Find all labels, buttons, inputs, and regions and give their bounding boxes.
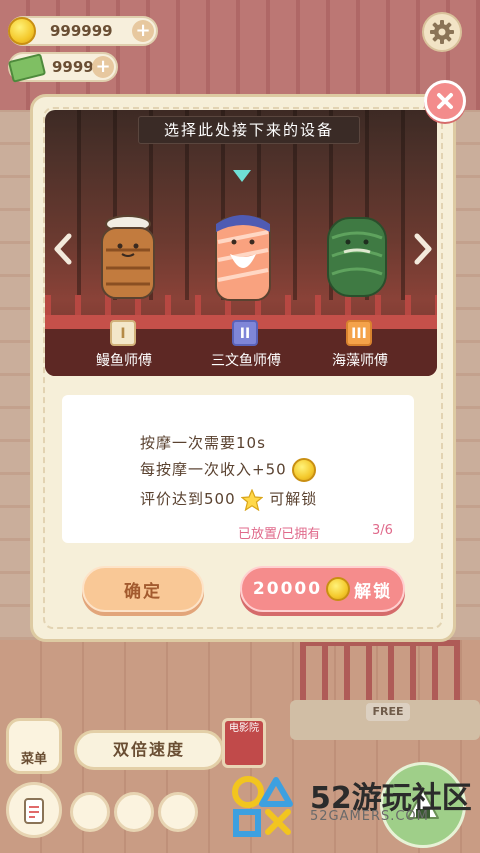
settings-button[interactable] (422, 12, 462, 52)
tier-badge-2: II (232, 320, 258, 346)
menu-label: 菜单 (20, 752, 47, 767)
chevron-right-icon (414, 233, 432, 265)
character-name-2: 三文鱼师傅 (211, 353, 281, 369)
double-speed-button[interactable]: 双倍速度 (74, 730, 224, 770)
close-button[interactable] (424, 80, 466, 122)
coin-counter: 999999 + (8, 16, 158, 46)
close-icon (437, 93, 453, 109)
info-duration: 按摩一次需要10s (140, 434, 266, 452)
cash-icon (7, 53, 47, 83)
coin-icon (326, 577, 351, 601)
tier-badge-1: I (110, 320, 136, 346)
watermark-logo-icon (232, 776, 293, 837)
menu-button[interactable]: 菜单 (6, 718, 62, 774)
coin-icon (8, 17, 36, 45)
info-income: 每按摩一次收入+50 (140, 458, 317, 482)
cinema-poster[interactable]: 电影院 (222, 718, 266, 768)
character-name-1: 鳗鱼师傅 (96, 353, 152, 369)
star-icon (240, 487, 264, 511)
placement-status-count: 3/6 (372, 523, 393, 538)
coin-value: 999999 (50, 22, 113, 40)
clipboard-icon (24, 798, 44, 824)
cinema-poster-label: 电影院 (229, 723, 259, 734)
quick-slot-1[interactable] (70, 792, 110, 832)
add-coins-button[interactable]: + (132, 20, 154, 42)
unlock-price: 20000 (252, 579, 323, 599)
eel-master-icon (101, 215, 155, 299)
chevron-left-icon (54, 233, 72, 265)
character-seaweed-master[interactable] (320, 208, 394, 304)
character-salmon-master[interactable] (210, 202, 276, 306)
add-cash-button[interactable]: + (92, 56, 114, 78)
character-name-3: 海藻师傅 (332, 353, 388, 369)
info-income-text: 每按摩一次收入+50 (140, 460, 287, 479)
quick-slot-2[interactable] (114, 792, 154, 832)
confirm-button[interactable]: 确定 (82, 566, 204, 612)
info-requirement-suffix: 可解锁 (269, 490, 318, 508)
orders-button[interactable] (6, 782, 62, 838)
prev-arrow-button[interactable] (50, 232, 76, 266)
tier-badge-3: III (346, 320, 372, 346)
info-unlock-requirement: 评价达到500 可解锁 (140, 487, 318, 511)
watermark-site: 52GAMERS.COM (310, 809, 429, 824)
unlock-label: 解锁 (354, 581, 393, 602)
gear-icon (430, 20, 454, 44)
placement-status-label: 已放置/已拥有 (238, 527, 321, 542)
info-requirement-prefix: 评价达到500 (140, 490, 236, 508)
selection-marker-icon (233, 170, 251, 182)
salmon-master-icon (215, 215, 271, 301)
seaweed-master-icon (327, 217, 387, 297)
unlock-button[interactable]: 20000 解锁 (240, 566, 405, 612)
quick-slot-3[interactable] (158, 792, 198, 832)
next-arrow-button[interactable] (410, 232, 436, 266)
dialog-title: 选择此处接下来的设备 (138, 116, 360, 144)
character-eel-master[interactable] (92, 210, 164, 306)
cash-counter: 9999 + (7, 52, 118, 83)
coin-icon (292, 458, 317, 482)
cash-value: 9999 (52, 58, 94, 76)
